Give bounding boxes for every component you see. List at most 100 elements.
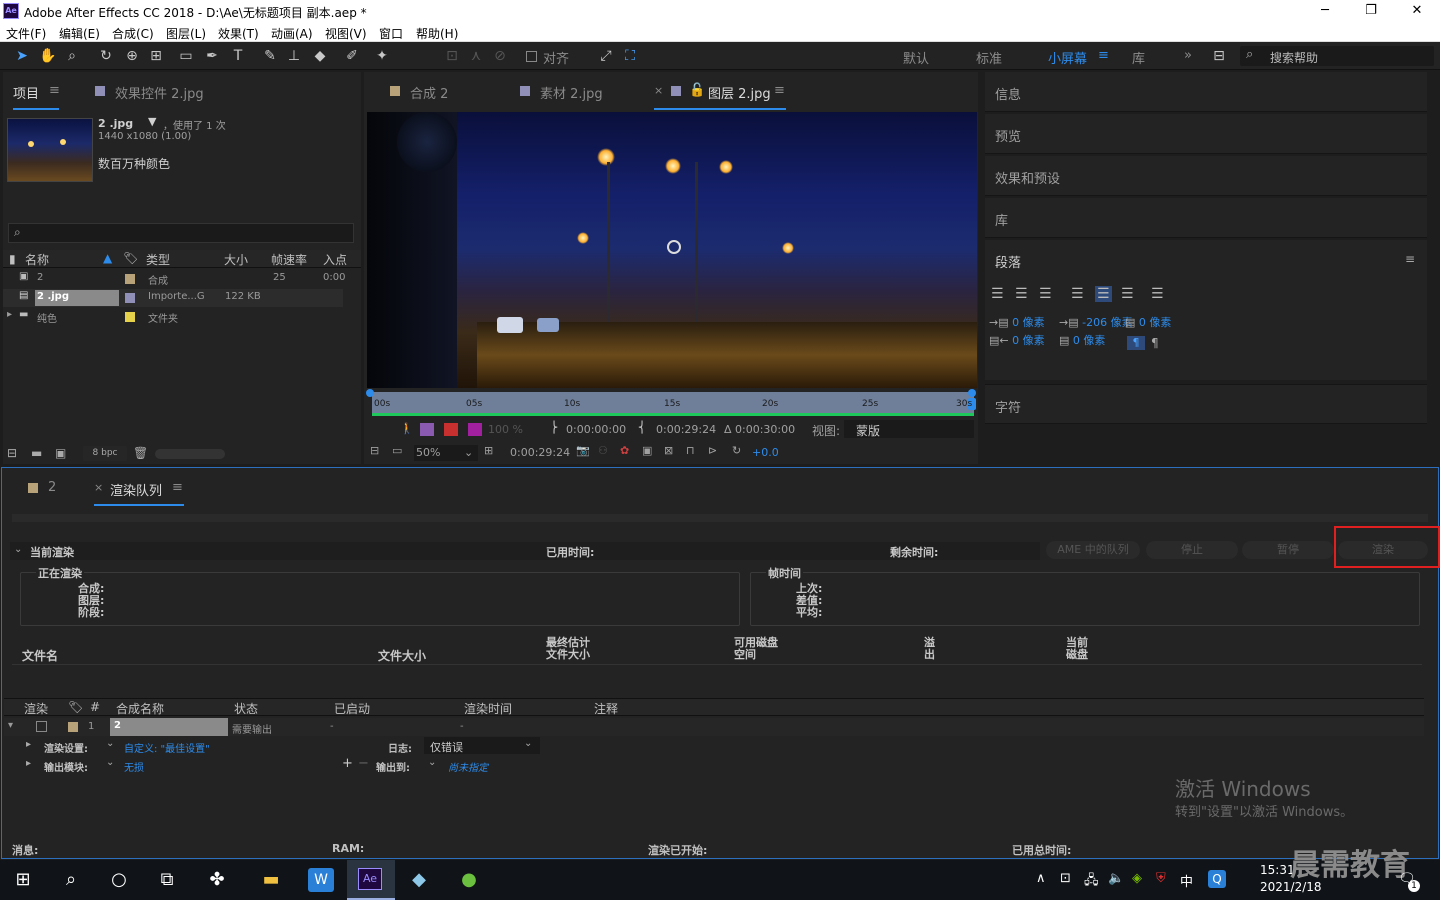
minimize-icon[interactable]: ─ bbox=[1302, 0, 1348, 22]
flowchart-icon[interactable]: ⊳ bbox=[708, 444, 717, 457]
search-icon[interactable]: ⌕ bbox=[58, 868, 84, 892]
pen-tool-icon[interactable]: ✒ bbox=[202, 46, 222, 66]
preview-panel[interactable]: 预览 bbox=[985, 114, 1427, 154]
cortana-icon[interactable]: ○ bbox=[106, 868, 132, 892]
hand-tool-icon[interactable]: ✋ bbox=[38, 46, 58, 66]
col-comment[interactable]: 注释 bbox=[594, 700, 618, 717]
view-axis-icon[interactable]: ⊘ bbox=[490, 46, 510, 66]
collapse-arrow-icon[interactable]: ⌄ bbox=[14, 544, 22, 555]
snap-checkbox[interactable] bbox=[526, 51, 537, 62]
panel-menu-icon[interactable]: ≡ bbox=[1405, 252, 1415, 266]
col-name[interactable]: 名称 bbox=[25, 251, 49, 268]
tab-render-queue[interactable]: 渲染队列 bbox=[110, 480, 162, 499]
notepad-app-icon[interactable]: ◆ bbox=[406, 868, 432, 892]
brush-tool-icon[interactable]: ✎ bbox=[260, 46, 280, 66]
nvidia-icon[interactable]: ◈ bbox=[1132, 871, 1142, 886]
layer-color-icon[interactable] bbox=[468, 423, 482, 436]
pause-button[interactable]: 暂停 bbox=[1242, 541, 1334, 559]
label-tag-icon[interactable]: 🏷 bbox=[123, 251, 138, 265]
set-out-point-icon[interactable]: ⎨ bbox=[638, 421, 646, 434]
log-dropdown[interactable]: 仅错误 ⌄ bbox=[424, 737, 540, 754]
show-hidden-icons[interactable]: ∧ bbox=[1036, 871, 1046, 886]
new-composition-icon[interactable]: ▣ bbox=[55, 446, 66, 460]
snapshot-icon[interactable]: 📷 bbox=[576, 444, 590, 457]
menu-view[interactable]: 视图(V) bbox=[325, 25, 367, 42]
camera-tool-icon[interactable]: ⊕ bbox=[122, 46, 142, 66]
menu-effect[interactable]: 效果(T) bbox=[218, 25, 259, 42]
workspace-library[interactable]: 库 bbox=[1132, 48, 1145, 67]
col-fps[interactable]: 帧速率 bbox=[271, 251, 307, 268]
col-size[interactable]: 大小 bbox=[224, 251, 248, 268]
label-swatch[interactable] bbox=[68, 722, 78, 732]
label-swatch[interactable] bbox=[125, 274, 135, 284]
layer-timeline-ruler[interactable]: 00s 05s 10s 15s 20s 25s 30s bbox=[366, 389, 976, 416]
workspace-menu-icon[interactable]: ≡ bbox=[1098, 48, 1109, 63]
space-before-value[interactable]: 0 像素 bbox=[1139, 316, 1172, 329]
render-settings-value[interactable]: 自定义: "最佳设置" bbox=[124, 740, 210, 755]
task-view-icon[interactable]: ⧉ bbox=[154, 868, 180, 892]
space-before[interactable]: ▤ 0 像素 bbox=[1125, 314, 1171, 330]
render-checkbox[interactable] bbox=[36, 721, 47, 732]
channel-icon[interactable]: ✿ bbox=[620, 444, 629, 457]
col-render[interactable]: 渲染 bbox=[24, 700, 48, 717]
close-tab-icon[interactable]: × bbox=[654, 84, 663, 97]
indent-right[interactable]: ▤← 0 像素 bbox=[989, 332, 1045, 348]
view-dropdown[interactable]: 蒙版 bbox=[844, 420, 974, 438]
align-right-icon[interactable]: ☰ bbox=[1039, 286, 1052, 302]
qq-icon[interactable]: Q bbox=[1208, 870, 1226, 888]
project-search-input[interactable]: ⌕ bbox=[8, 223, 354, 243]
in-point-handle[interactable] bbox=[366, 389, 374, 397]
col-render-time[interactable]: 渲染时间 bbox=[464, 700, 512, 717]
set-in-point-icon[interactable]: ⎬ bbox=[550, 421, 558, 434]
transparency-grid-icon[interactable]: ⊠ bbox=[664, 444, 673, 457]
expand-arrow-icon[interactable]: ▸ bbox=[7, 309, 12, 320]
align-left-icon[interactable]: ☰ bbox=[991, 286, 1004, 302]
tab-effect-controls[interactable]: 效果控件 2.jpg bbox=[115, 83, 204, 102]
onion-skin-icon[interactable] bbox=[420, 423, 434, 436]
type-tool-icon[interactable]: T bbox=[228, 46, 248, 66]
panel-menu-icon[interactable]: ≡ bbox=[774, 83, 785, 98]
in-time[interactable]: 0:00:00:00 bbox=[566, 423, 626, 436]
new-folder-icon[interactable]: ▬ bbox=[31, 446, 42, 460]
indent-left[interactable]: →▤ 0 像素 bbox=[989, 314, 1045, 330]
menu-composition[interactable]: 合成(C) bbox=[112, 25, 154, 42]
walk-icon[interactable]: 🚶 bbox=[400, 422, 414, 435]
menu-help[interactable]: 帮助(H) bbox=[416, 25, 458, 42]
col-comp-name[interactable]: 合成名称 bbox=[116, 700, 164, 717]
label-swatch[interactable] bbox=[125, 312, 135, 322]
output-to-value[interactable]: 尚未指定 bbox=[448, 759, 488, 774]
reset-exposure-icon[interactable]: ↻ bbox=[732, 444, 741, 457]
tab-composition[interactable]: 合成 2 bbox=[410, 83, 448, 102]
eraser-tool-icon[interactable]: ◆ bbox=[310, 46, 330, 66]
menu-layer[interactable]: 图层(L) bbox=[166, 25, 206, 42]
3d-view-icon[interactable]: ⊓ bbox=[686, 444, 695, 457]
fit-icon[interactable]: ⊞ bbox=[484, 444, 493, 457]
justify-left-icon[interactable]: ☰ bbox=[1071, 286, 1084, 302]
library-panel[interactable]: 库 bbox=[985, 198, 1427, 238]
chevron-down-icon[interactable]: ⌄ bbox=[106, 738, 114, 749]
search-help-field[interactable]: ⌕ 搜索帮助 bbox=[1240, 46, 1434, 66]
col-number[interactable]: # bbox=[90, 700, 100, 714]
align-center-icon[interactable]: ☰ bbox=[1015, 286, 1028, 302]
windows-start-icon[interactable]: ⊞ bbox=[10, 868, 36, 892]
zoom-dropdown[interactable]: 50% ⌄ bbox=[414, 445, 478, 461]
expand-arrow-icon[interactable]: ▾ bbox=[8, 720, 13, 731]
tab-footage[interactable]: 素材 2.jpg bbox=[540, 83, 603, 102]
tab-comp[interactable]: 2 bbox=[48, 480, 56, 495]
thumb-dropdown-icon[interactable]: ▼ bbox=[148, 115, 156, 128]
anchor-point-icon[interactable] bbox=[667, 240, 681, 254]
snap-target-icon[interactable]: ⛶ bbox=[620, 46, 640, 66]
add-output-icon[interactable]: + bbox=[342, 756, 353, 771]
roto-brush-tool-icon[interactable]: ✐ bbox=[342, 46, 362, 66]
project-scrollbar[interactable] bbox=[155, 449, 225, 459]
indent-first[interactable]: →▤ -206 像素 bbox=[1059, 314, 1133, 330]
network-icon[interactable]: 🖧 bbox=[1084, 871, 1099, 893]
opacity-value[interactable]: 100 % bbox=[488, 423, 523, 436]
volume-icon[interactable]: 🔈 bbox=[1108, 871, 1124, 886]
thumb-name[interactable]: 2 .jpg bbox=[98, 117, 133, 130]
current-time[interactable]: 0:00:29:24 bbox=[510, 446, 570, 459]
label-tag-icon[interactable]: 🏷 bbox=[68, 700, 83, 714]
justify-all-icon[interactable]: ☰ bbox=[1151, 286, 1164, 302]
col-in[interactable]: 入点 bbox=[323, 251, 347, 268]
bpc-button[interactable]: 8 bpc bbox=[83, 446, 127, 461]
